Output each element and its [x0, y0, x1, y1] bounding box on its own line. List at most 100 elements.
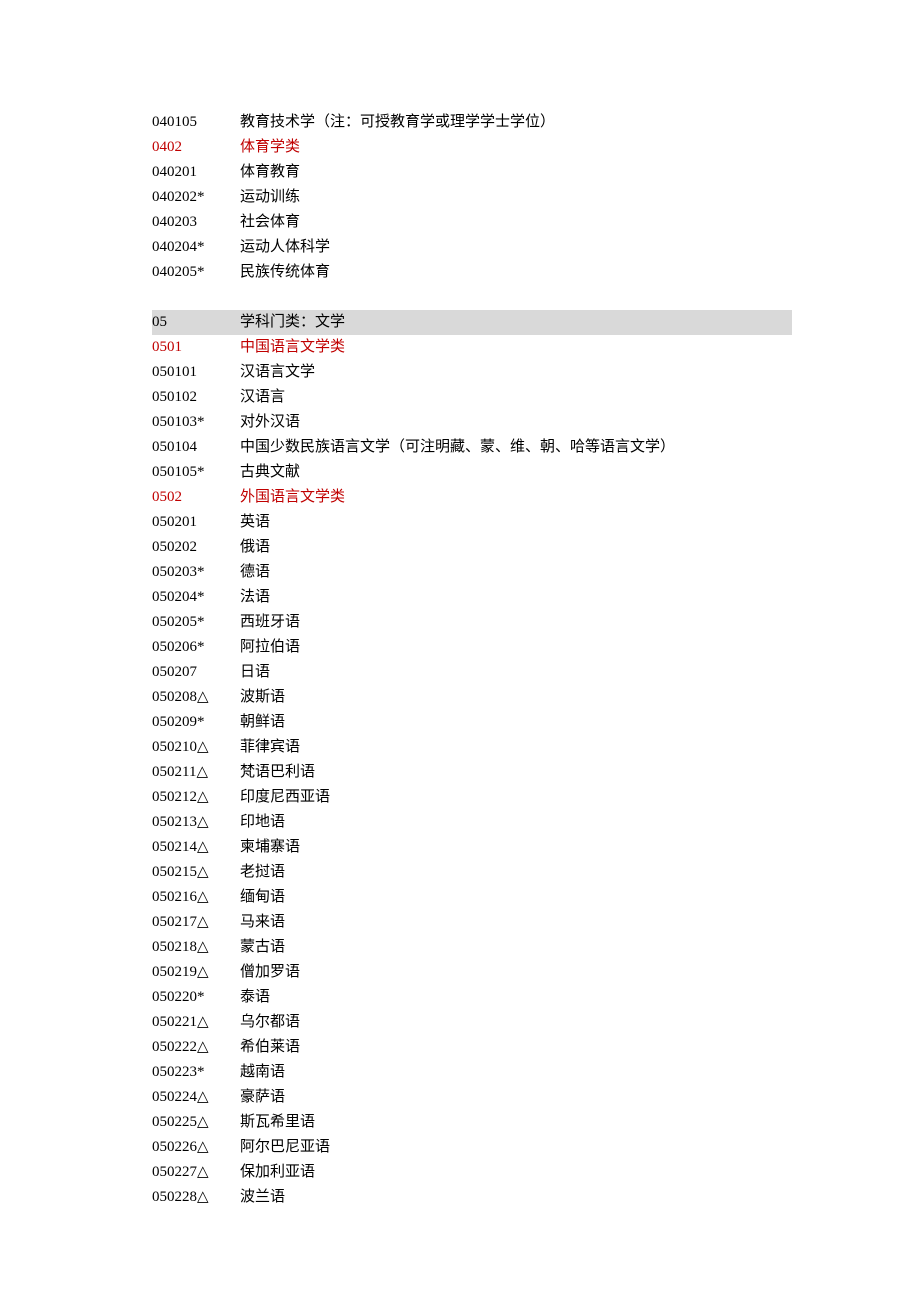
entry-code: 050102: [152, 385, 240, 410]
entry-code: 050216△: [152, 885, 240, 910]
entry-name: 外国语言文学类: [240, 485, 792, 510]
entry-name: 体育学类: [240, 135, 792, 160]
entry-code: 050227△: [152, 1160, 240, 1185]
entry-row: 050102汉语言: [152, 385, 792, 410]
entry-row: 040105教育技术学（注：可授教育学或理学学士学位）: [152, 110, 792, 135]
entry-row: 050104中国少数民族语言文学（可注明藏、蒙、维、朝、哈等语言文学）: [152, 435, 792, 460]
entry-name: 印度尼西亚语: [240, 785, 792, 810]
entry-name: 对外汉语: [240, 410, 792, 435]
entry-row: 050221△乌尔都语: [152, 1010, 792, 1035]
entry-row: 050103*对外汉语: [152, 410, 792, 435]
entry-code: 050214△: [152, 835, 240, 860]
entry-row: 050211△梵语巴利语: [152, 760, 792, 785]
entry-name: 阿拉伯语: [240, 635, 792, 660]
entry-row: 050225△斯瓦希里语: [152, 1110, 792, 1135]
entry-row: 050220*泰语: [152, 985, 792, 1010]
entry-row: 050202俄语: [152, 535, 792, 560]
entry-code: 050207: [152, 660, 240, 685]
entry-row: 050201英语: [152, 510, 792, 535]
entry-code: 050205*: [152, 610, 240, 635]
entry-row: 050228△波兰语: [152, 1185, 792, 1210]
entry-row: 050101汉语言文学: [152, 360, 792, 385]
entry-row: 050204*法语: [152, 585, 792, 610]
entry-name: 僧加罗语: [240, 960, 792, 985]
entry-code: 050206*: [152, 635, 240, 660]
entry-row: 050215△老挝语: [152, 860, 792, 885]
entry-code: 050215△: [152, 860, 240, 885]
entry-code: 040204*: [152, 235, 240, 260]
entry-row: 050105*古典文献: [152, 460, 792, 485]
section-header-row: 05学科门类：文学: [152, 310, 792, 335]
entry-code: 050221△: [152, 1010, 240, 1035]
entry-name: 学科门类：文学: [240, 310, 792, 335]
entry-row: 050205*西班牙语: [152, 610, 792, 635]
entry-name: 阿尔巴尼亚语: [240, 1135, 792, 1160]
entry-row: 050227△保加利亚语: [152, 1160, 792, 1185]
blank-line: [152, 285, 792, 310]
entry-name: 英语: [240, 510, 792, 535]
entry-code: 050219△: [152, 960, 240, 985]
entry-code: 050103*: [152, 410, 240, 435]
entry-name: 日语: [240, 660, 792, 685]
entry-name: 泰语: [240, 985, 792, 1010]
entry-code: 050101: [152, 360, 240, 385]
entry-row: 040203社会体育: [152, 210, 792, 235]
entry-row: 050210△菲律宾语: [152, 735, 792, 760]
entry-row: 050226△阿尔巴尼亚语: [152, 1135, 792, 1160]
entry-code: 050210△: [152, 735, 240, 760]
entry-row: 050216△缅甸语: [152, 885, 792, 910]
entry-code: 050223*: [152, 1060, 240, 1085]
entry-row: 050213△印地语: [152, 810, 792, 835]
entry-row: 050212△印度尼西亚语: [152, 785, 792, 810]
entry-name: 体育教育: [240, 160, 792, 185]
entry-code: 050208△: [152, 685, 240, 710]
entry-row: 050222△希伯莱语: [152, 1035, 792, 1060]
entry-code: 050217△: [152, 910, 240, 935]
category-row: 0402体育学类: [152, 135, 792, 160]
entry-row: 050219△僧加罗语: [152, 960, 792, 985]
entry-name: 蒙古语: [240, 935, 792, 960]
entry-code: 050212△: [152, 785, 240, 810]
entry-name: 德语: [240, 560, 792, 585]
entry-code: 050204*: [152, 585, 240, 610]
entry-name: 越南语: [240, 1060, 792, 1085]
entry-row: 050207日语: [152, 660, 792, 685]
entry-name: 波斯语: [240, 685, 792, 710]
entry-name: 教育技术学（注：可授教育学或理学学士学位）: [240, 110, 792, 135]
entry-code: 05: [152, 310, 240, 335]
entry-name: 西班牙语: [240, 610, 792, 635]
entry-code: 050222△: [152, 1035, 240, 1060]
entry-row: 050206*阿拉伯语: [152, 635, 792, 660]
entry-row: 050218△蒙古语: [152, 935, 792, 960]
entry-name: 朝鲜语: [240, 710, 792, 735]
entry-code: 050105*: [152, 460, 240, 485]
entry-code: 040202*: [152, 185, 240, 210]
entry-name: 柬埔寨语: [240, 835, 792, 860]
entry-name: 印地语: [240, 810, 792, 835]
entry-name: 中国语言文学类: [240, 335, 792, 360]
entry-code: 040205*: [152, 260, 240, 285]
entry-code: 040203: [152, 210, 240, 235]
entry-name: 豪萨语: [240, 1085, 792, 1110]
entry-row: 050223*越南语: [152, 1060, 792, 1085]
entry-name: 菲律宾语: [240, 735, 792, 760]
entry-name: 法语: [240, 585, 792, 610]
entry-row: 050208△波斯语: [152, 685, 792, 710]
entry-name: 老挝语: [240, 860, 792, 885]
entry-code: 0402: [152, 135, 240, 160]
entry-name: 希伯莱语: [240, 1035, 792, 1060]
entry-row: 040204*运动人体科学: [152, 235, 792, 260]
entry-row: 050224△豪萨语: [152, 1085, 792, 1110]
entry-row: 040202*运动训练: [152, 185, 792, 210]
entry-code: 050201: [152, 510, 240, 535]
entry-name: 汉语言: [240, 385, 792, 410]
entry-name: 运动训练: [240, 185, 792, 210]
entry-name: 古典文献: [240, 460, 792, 485]
category-row: 0501中国语言文学类: [152, 335, 792, 360]
entry-code: 050211△: [152, 760, 240, 785]
entry-name: 波兰语: [240, 1185, 792, 1210]
entry-code: 050104: [152, 435, 240, 460]
entry-code: 050224△: [152, 1085, 240, 1110]
entry-name: 保加利亚语: [240, 1160, 792, 1185]
entry-row: 050214△柬埔寨语: [152, 835, 792, 860]
